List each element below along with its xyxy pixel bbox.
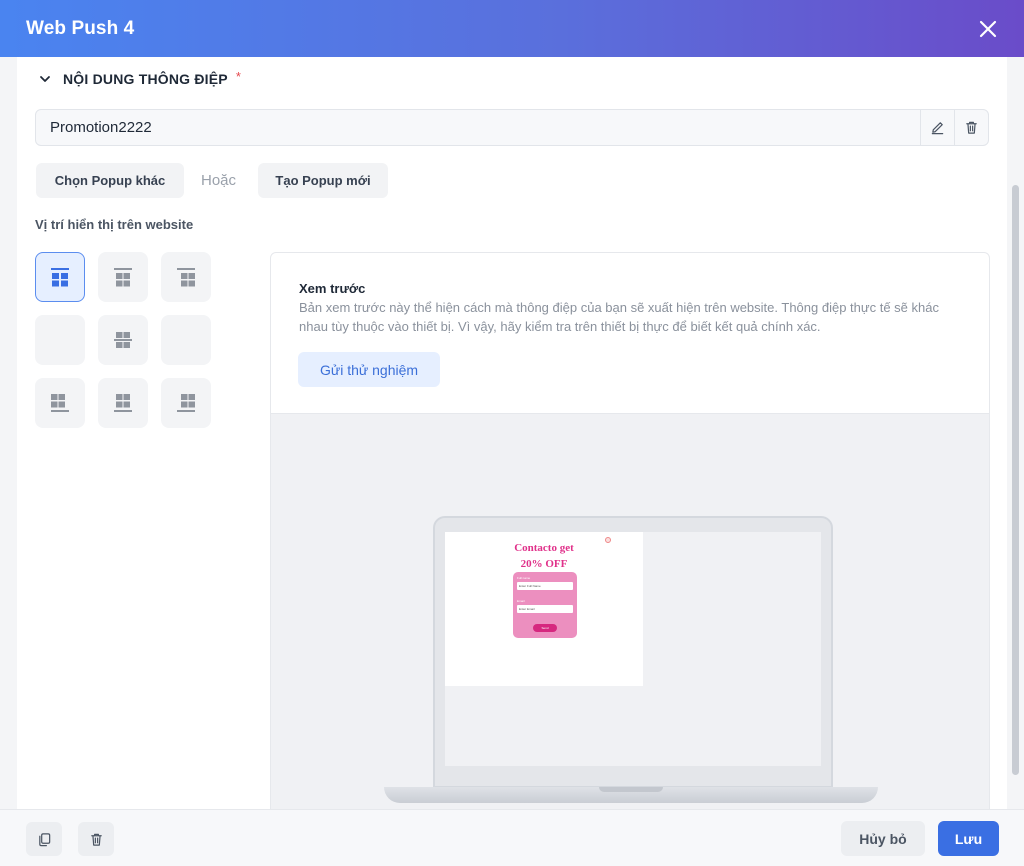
- layout-top-right-icon: [177, 268, 195, 287]
- position-top-right[interactable]: [161, 252, 211, 302]
- pencil-icon: [931, 122, 944, 135]
- popup-name-value: Promotion2222: [50, 119, 152, 136]
- layout-bottom-center-icon: [114, 394, 132, 412]
- layout-middle-center-icon: [114, 332, 132, 348]
- position-bottom-left[interactable]: [35, 378, 85, 428]
- trash-icon: [90, 833, 102, 846]
- form-send-button: Send: [533, 624, 557, 632]
- position-label: Vị trí hiển thị trên website: [35, 217, 194, 232]
- laptop-screen: Contacto get 20% OFF Full name Enter Ful…: [445, 532, 821, 766]
- position-middle-right[interactable]: [161, 315, 211, 365]
- layout-top-left-icon: [51, 268, 69, 287]
- laptop-notch: [599, 787, 663, 792]
- form-email-input: Enter Email: [517, 605, 573, 613]
- create-new-popup-button[interactable]: Tạo Popup mới: [258, 163, 388, 198]
- section-header[interactable]: NỘI DUNG THÔNG ĐIỆP *: [39, 68, 241, 87]
- cancel-button[interactable]: Hủy bỏ: [841, 821, 925, 856]
- required-mark: *: [235, 68, 241, 84]
- layout-bottom-right-icon: [177, 394, 195, 412]
- layout-bottom-left-icon: [51, 394, 69, 412]
- position-middle-center[interactable]: [98, 315, 148, 365]
- preview-description: Bản xem trước này thể hiện cách mà thông…: [299, 300, 939, 334]
- form-name-input: Enter Full Name: [517, 582, 573, 590]
- delete-button[interactable]: [954, 110, 988, 145]
- popup-headline: Contacto get: [514, 542, 574, 554]
- choose-other-popup-button[interactable]: Chọn Popup khác: [36, 163, 184, 198]
- popup-mock: Contacto get 20% OFF Full name Enter Ful…: [445, 532, 643, 686]
- form-name-label: Full name: [517, 576, 531, 580]
- save-button[interactable]: Lưu: [938, 821, 999, 856]
- or-text: Hoặc: [201, 172, 237, 189]
- dialog-header: Web Push 4: [0, 0, 1024, 57]
- position-top-center[interactable]: [98, 252, 148, 302]
- footer-delete-button[interactable]: [78, 822, 114, 856]
- popup-form: Full name Enter Full Name Email Enter Em…: [513, 572, 577, 638]
- scrollbar-thumb[interactable]: [1012, 185, 1019, 775]
- preview-title: Xem trước: [299, 281, 366, 296]
- dialog-title: Web Push 4: [26, 17, 135, 39]
- copy-icon: [38, 832, 50, 846]
- laptop-mockup: Contacto get 20% OFF Full name Enter Ful…: [433, 516, 833, 788]
- layout-top-center-icon: [114, 268, 132, 287]
- section-title: NỘI DUNG THÔNG ĐIỆP: [63, 71, 228, 87]
- send-test-button[interactable]: Gửi thử nghiệm: [298, 352, 440, 387]
- form-email-label: Email: [517, 599, 525, 603]
- duplicate-button[interactable]: [26, 822, 62, 856]
- left-gutter: [0, 57, 17, 809]
- position-bottom-right[interactable]: [161, 378, 211, 428]
- dialog-footer: Hủy bỏ Lưu: [0, 809, 1024, 866]
- position-middle-left[interactable]: [35, 315, 85, 365]
- position-top-left[interactable]: [35, 252, 85, 302]
- popup-offer: 20% OFF: [520, 558, 568, 570]
- preview-stage: Contacto get 20% OFF Full name Enter Ful…: [271, 413, 989, 809]
- popup-name-field[interactable]: Promotion2222: [35, 109, 989, 146]
- scrollbar[interactable]: [1007, 57, 1024, 809]
- chevron-down-icon[interactable]: [39, 73, 51, 85]
- trash-icon: [966, 121, 977, 134]
- position-bottom-center[interactable]: [98, 378, 148, 428]
- laptop-base: [384, 787, 878, 803]
- edit-button[interactable]: [920, 110, 954, 145]
- preview-panel: Xem trước Bản xem trước này thể hiện các…: [270, 252, 990, 809]
- close-icon[interactable]: [976, 17, 1000, 41]
- dialog-body: NỘI DUNG THÔNG ĐIỆP * Promotion2222 Chọn…: [17, 57, 1007, 809]
